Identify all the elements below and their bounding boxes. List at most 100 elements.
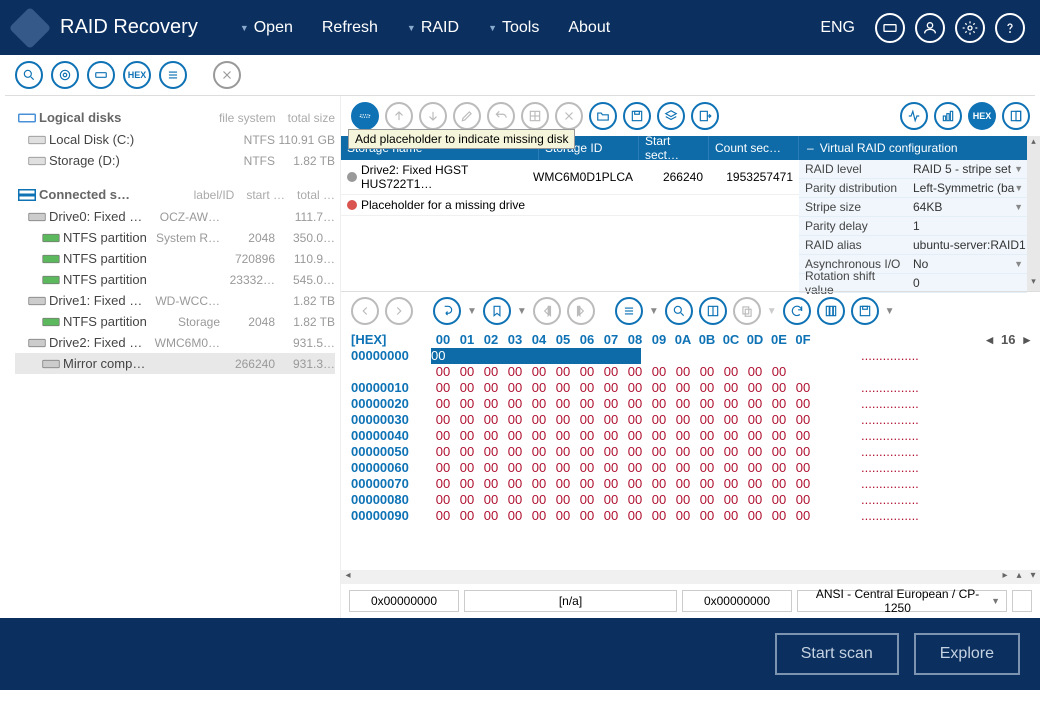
forward-icon[interactable] [385,297,413,325]
list-icon[interactable] [159,61,187,89]
partition-row[interactable]: NTFS partitionSystem R…2048350.0… [15,227,335,248]
hex-label: [HEX] [351,332,431,348]
undo-icon[interactable] [487,102,515,130]
encoding-extra[interactable] [1012,590,1032,612]
hex-row[interactable]: 0000007000000000000000000000000000000000… [351,476,1030,492]
open-folder-icon[interactable] [589,102,617,130]
help-icon[interactable] [995,13,1025,43]
hex-row[interactable]: 0000004000000000000000000000000000000000… [351,428,1030,444]
storage-table: Storage name Storage ID Start sect… Coun… [341,136,799,291]
encoding-select[interactable]: ANSI - Central European / CP-1250▼ [797,590,1007,612]
search-icon[interactable] [15,61,43,89]
drive-row[interactable]: Drive2: Fixed …WMC6M0…931.5… [15,332,335,353]
offset-input-2[interactable] [682,590,792,612]
col-count-sector[interactable]: Count sec… [709,136,799,160]
selection-info[interactable] [464,590,677,612]
storage-row[interactable]: Placeholder for a missing drive [341,195,799,216]
partition-row[interactable]: NTFS partitionStorage20481.82 TB [15,311,335,332]
drive-row[interactable]: Drive0: Fixed …OCZ-AW…111.7… [15,206,335,227]
partition-row[interactable]: NTFS partition720896110.9… [15,248,335,269]
pane-toggle-icon[interactable] [1002,102,1030,130]
prev-bookmark-icon[interactable] [533,297,561,325]
config-parity-delay[interactable]: Parity delay1 [799,217,1027,236]
split-icon[interactable] [699,297,727,325]
columns-icon[interactable] [817,297,845,325]
right-pane: HEX Add placeholder to indicate missing … [340,96,1040,618]
col-start: start … [246,188,285,202]
partition-row[interactable]: NTFS partition23332…545.0… [15,269,335,290]
connected-storage-header[interactable]: Connected s… label/IDstart …total … [15,183,335,206]
hex-row[interactable]: 0000001000000000000000000000000000000000… [351,380,1030,396]
main-toolbar: HEX [0,55,1040,95]
move-down-icon[interactable] [419,102,447,130]
activity-icon[interactable] [900,102,928,130]
hex-content[interactable]: [HEX] 000102030405060708090A0B0C0D0E0F ◂… [341,330,1040,570]
start-scan-button[interactable]: Start scan [775,633,899,675]
copy-icon[interactable] [733,297,761,325]
user-icon[interactable] [915,13,945,43]
hex-row[interactable]: 0000000000000000000000000000000000000000… [351,348,1030,380]
hex-row[interactable]: 0000005000000000000000000000000000000000… [351,444,1030,460]
config-raid-alias[interactable]: RAID aliasubuntu-server:RAID1 [799,236,1027,255]
app-logo-icon [9,6,51,48]
hex-row[interactable]: 0000006000000000000000000000000000000000… [351,460,1030,476]
logical-disk-row[interactable]: Storage (D:)NTFS1.82 TB [15,150,335,171]
logical-disk-row[interactable]: Local Disk (C:)NTFS110.91 GB [15,129,335,150]
add-placeholder-button[interactable] [351,102,379,130]
chart-icon[interactable] [934,102,962,130]
hex-status-bar: ANSI - Central European / CP-1250▼ [341,584,1040,618]
hex-button[interactable]: HEX [123,61,151,89]
next-bookmark-icon[interactable] [567,297,595,325]
explore-button[interactable]: Explore [914,633,1020,675]
menu-raid[interactable]: ▼RAID [395,13,471,43]
close-icon[interactable] [213,61,241,89]
drive-row[interactable]: Drive1: Fixed …WD-WCC…1.82 TB [15,290,335,311]
config-parity-distribution[interactable]: Parity distributionLeft-Symmetric (ba▼ [799,179,1027,198]
menu-refresh[interactable]: Refresh [310,13,390,43]
config-stripe-size[interactable]: Stripe size64KB▼ [799,198,1027,217]
col-start-sector[interactable]: Start sect… [639,136,709,160]
scan-icon[interactable] [51,61,79,89]
gear-icon[interactable] [955,13,985,43]
config-scrollbar[interactable]: ▴▾ [1027,136,1040,291]
storage-row[interactable]: Drive2: Fixed HGST HUS722T1…WMC6M0D1PLCA… [341,160,799,195]
partition-row[interactable]: Mirror compo…266240931.3… [15,353,335,374]
save-icon[interactable] [623,102,651,130]
hex-mode-button[interactable]: HEX [968,102,996,130]
hex-row[interactable]: 0000008000000000000000000000000000000000… [351,492,1030,508]
menu-about[interactable]: About [556,13,622,43]
config-raid-level[interactable]: RAID levelRAID 5 - stripe set▼ [799,160,1027,179]
hex-row[interactable]: 0000003000000000000000000000000000000000… [351,412,1030,428]
col-label: label/ID [194,188,235,202]
tooltip: Add placeholder to indicate missing disk [348,129,575,149]
language-selector[interactable]: ENG [810,15,865,41]
menu-open[interactable]: ▼Open [228,13,305,43]
back-icon[interactable] [351,297,379,325]
col-total: total … [297,188,335,202]
menu-tools[interactable]: ▼Tools [476,13,551,43]
export-icon[interactable] [691,102,719,130]
keyboard-icon[interactable] [875,13,905,43]
left-pane: Logical disks file systemtotal size Loca… [0,96,340,618]
save-hex-icon[interactable] [851,297,879,325]
jump-icon[interactable] [433,297,461,325]
zoom-icon[interactable] [665,297,693,325]
remove-icon[interactable] [555,102,583,130]
col-fs: file system [219,111,276,125]
list-view-icon[interactable] [615,297,643,325]
logical-disks-header[interactable]: Logical disks file systemtotal size [15,106,335,129]
edit-icon[interactable] [453,102,481,130]
move-up-icon[interactable] [385,102,413,130]
refresh-hex-icon[interactable] [783,297,811,325]
grid-icon[interactable] [521,102,549,130]
hex-column-stepper[interactable]: ◂16▸ [986,332,1030,348]
hex-row[interactable]: 0000009000000000000000000000000000000000… [351,508,1030,524]
disk-icon[interactable] [87,61,115,89]
hex-h-scrollbar[interactable]: ◂▸▴▾ [341,570,1040,584]
bookmark-icon[interactable] [483,297,511,325]
layers-icon[interactable] [657,102,685,130]
raid-config-header[interactable]: –Virtual RAID configuration [799,136,1027,160]
main-menu: ▼OpenRefresh▼RAID▼ToolsAbout [228,13,622,43]
hex-row[interactable]: 0000002000000000000000000000000000000000… [351,396,1030,412]
offset-input-1[interactable] [349,590,459,612]
